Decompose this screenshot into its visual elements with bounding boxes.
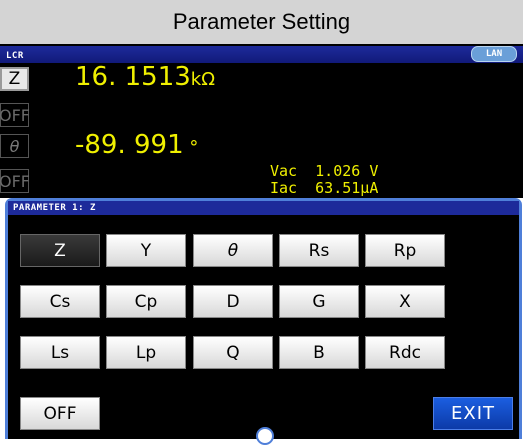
lan-status-badge: LAN [471,46,517,62]
param-2-box[interactable]: OFF [0,103,30,127]
measurement-screen: LCR LAN Z OFF θ OFF 16. 1513kΩ -89. 991 … [0,44,523,198]
page-title: Parameter Setting [0,0,523,44]
param-button-rs[interactable]: Rs [279,234,359,267]
param-button-g[interactable]: G [279,285,359,318]
param-button-rdc[interactable]: Rdc [365,336,445,369]
monitor-vac: Vac 1.026 V [270,162,378,180]
param-button-y[interactable]: Y [106,234,186,267]
reading-1-value: 16. 1513 [75,62,191,92]
reading-3: -89. 991 ° [75,130,198,160]
mode-label: LCR [6,51,24,61]
param-3-box[interactable]: θ [0,134,29,158]
reading-3-unit: ° [183,137,199,158]
param-button-cp[interactable]: Cp [106,285,186,318]
exit-button[interactable]: EXIT [433,397,513,430]
reading-1: 16. 1513kΩ [75,62,215,92]
param-button-rp[interactable]: Rp [365,234,445,267]
param-button-ls[interactable]: Ls [20,336,100,369]
parameter-panel-frame: PARAMETER 1: Z Z Y θ Rs Rp Cs Cp D G X L… [5,198,522,439]
off-button[interactable]: OFF [20,397,100,430]
param-button-z[interactable]: Z [20,234,100,267]
param-button-d[interactable]: D [193,285,273,318]
parameter-panel: PARAMETER 1: Z Z Y θ Rs Rp Cs Cp D G X L… [0,198,523,441]
reading-1-unit: kΩ [190,69,215,90]
parameter-panel-title: PARAMETER 1: Z [13,203,96,213]
screen-header-bar: LCR LAN [0,44,523,63]
param-4-box[interactable]: OFF [0,169,30,193]
reading-3-value: -89. 991 [75,130,184,160]
parameter-panel-header: PARAMETER 1: Z [8,201,519,215]
monitor-iac-value: 63.51μA [315,179,379,197]
param-button-x[interactable]: X [365,285,445,318]
page-indicator-icon [256,427,274,445]
param-button-b[interactable]: B [279,336,359,369]
param-button-theta[interactable]: θ [193,234,273,267]
param-button-lp[interactable]: Lp [106,336,186,369]
monitor-vac-value: 1.026 V [315,162,379,180]
monitor-vac-label: Vac [270,162,298,180]
param-1-box[interactable]: Z [0,67,29,91]
param-button-q[interactable]: Q [193,336,273,369]
monitor-iac-label: Iac [270,179,298,197]
monitor-iac: Iac 63.51μA [270,179,378,198]
param-button-cs[interactable]: Cs [20,285,100,318]
